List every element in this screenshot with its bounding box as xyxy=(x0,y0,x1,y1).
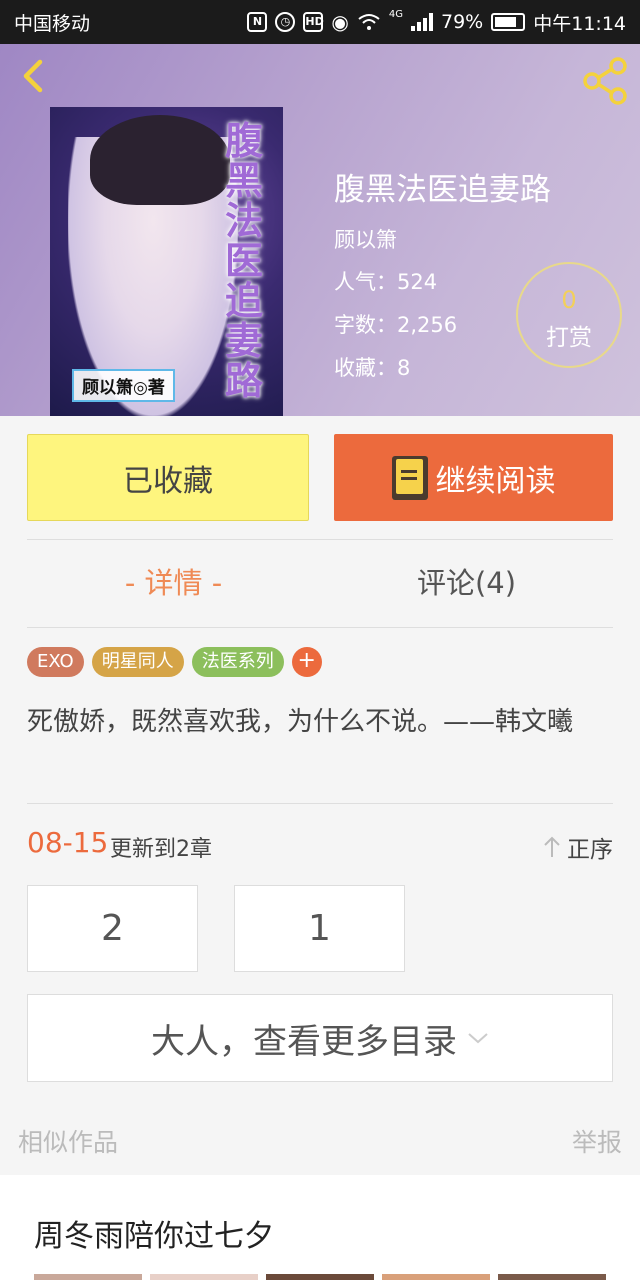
hd-icon: HD xyxy=(303,12,324,32)
continue-reading-button[interactable]: 继续阅读 xyxy=(334,434,613,521)
back-button[interactable] xyxy=(14,56,54,96)
add-tag-button[interactable]: + xyxy=(291,647,322,677)
battery-icon xyxy=(491,13,526,31)
chapter-item[interactable]: 2 xyxy=(27,885,198,972)
eye-icon: ◉ xyxy=(331,10,349,34)
divider xyxy=(27,803,613,804)
book-title: 腹黑法医追妻路 xyxy=(334,172,551,208)
divider xyxy=(27,627,613,628)
wifi-icon xyxy=(358,14,380,30)
book-cover: 腹黑法医追妻路 顾以箫◎著 xyxy=(50,107,283,416)
tag-list: EXO 明星同人 法医系列 + xyxy=(27,647,322,677)
recommendation-title: 周冬雨陪你过七夕 xyxy=(34,1219,274,1254)
more-directory-button[interactable]: 大人，查看更多目录 xyxy=(27,994,613,1082)
cover-hair xyxy=(90,115,230,205)
popularity-count: 人气：524 xyxy=(334,270,438,294)
update-status: 更新到2章 xyxy=(110,837,212,862)
tag-star-fanfic[interactable]: 明星同人 xyxy=(91,647,184,677)
status-bar: 中国移动 N ◷ HD ◉ 4G 79% 中午11:14 xyxy=(0,0,640,44)
book-author[interactable]: 顾以箫 xyxy=(334,224,397,254)
carrier-name: 中国移动 xyxy=(14,12,91,35)
word-count: 字数：2,256 xyxy=(334,313,458,337)
report-link[interactable]: 举报 xyxy=(572,1123,622,1159)
book-header: 腹黑法医追妻路 顾以箫◎著 腹黑法医追妻路 顾以箫 人气：524 字数：2,25… xyxy=(0,44,640,416)
favorites-count: 收藏：8 xyxy=(334,356,411,380)
arrow-up-icon xyxy=(544,836,560,857)
signal-icon xyxy=(411,13,433,31)
recommendation-thumbnails xyxy=(34,1274,606,1280)
divider xyxy=(27,539,613,540)
alarm-icon: ◷ xyxy=(275,12,296,32)
book-icon xyxy=(391,455,428,500)
sort-order-toggle[interactable]: 正序 xyxy=(543,830,613,864)
tag-exo[interactable]: EXO xyxy=(27,647,84,677)
chevron-down-icon xyxy=(468,1033,488,1044)
favorited-button[interactable]: 已收藏 xyxy=(27,434,309,521)
chapter-item[interactable]: 1 xyxy=(234,885,405,972)
update-date: 08-15 xyxy=(27,826,109,859)
recommendation-card[interactable]: 周冬雨陪你过七夕 xyxy=(0,1175,640,1280)
tip-label: 打赏 xyxy=(546,325,592,351)
more-directory-label: 大人，查看更多目录 xyxy=(151,1021,457,1062)
tip-count: 0 xyxy=(561,286,577,314)
battery-percent: 79% xyxy=(441,11,484,33)
tip-button[interactable]: 0 打赏 xyxy=(516,262,622,368)
network-type: 4G xyxy=(388,8,403,20)
nfc-icon: N xyxy=(247,12,268,32)
similar-works-heading: 相似作品 xyxy=(18,1128,119,1157)
tab-comments[interactable]: 评论(4) xyxy=(320,560,613,602)
continue-reading-label: 继续阅读 xyxy=(435,463,556,499)
share-button[interactable] xyxy=(580,56,630,106)
tab-details[interactable]: - 详情 - xyxy=(27,560,320,602)
tag-forensic-series[interactable]: 法医系列 xyxy=(191,647,284,677)
sort-order-label: 正序 xyxy=(567,837,613,863)
cover-author: 顾以箫◎著 xyxy=(72,369,175,402)
clock: 中午11:14 xyxy=(533,12,626,35)
book-intro: 死傲娇，既然喜欢我，为什么不说。——韩文曦 xyxy=(27,707,574,737)
status-icons: N ◷ HD ◉ 4G 79% 中午11:14 xyxy=(247,9,626,36)
cover-title: 腹黑法医追妻路 xyxy=(225,118,264,403)
